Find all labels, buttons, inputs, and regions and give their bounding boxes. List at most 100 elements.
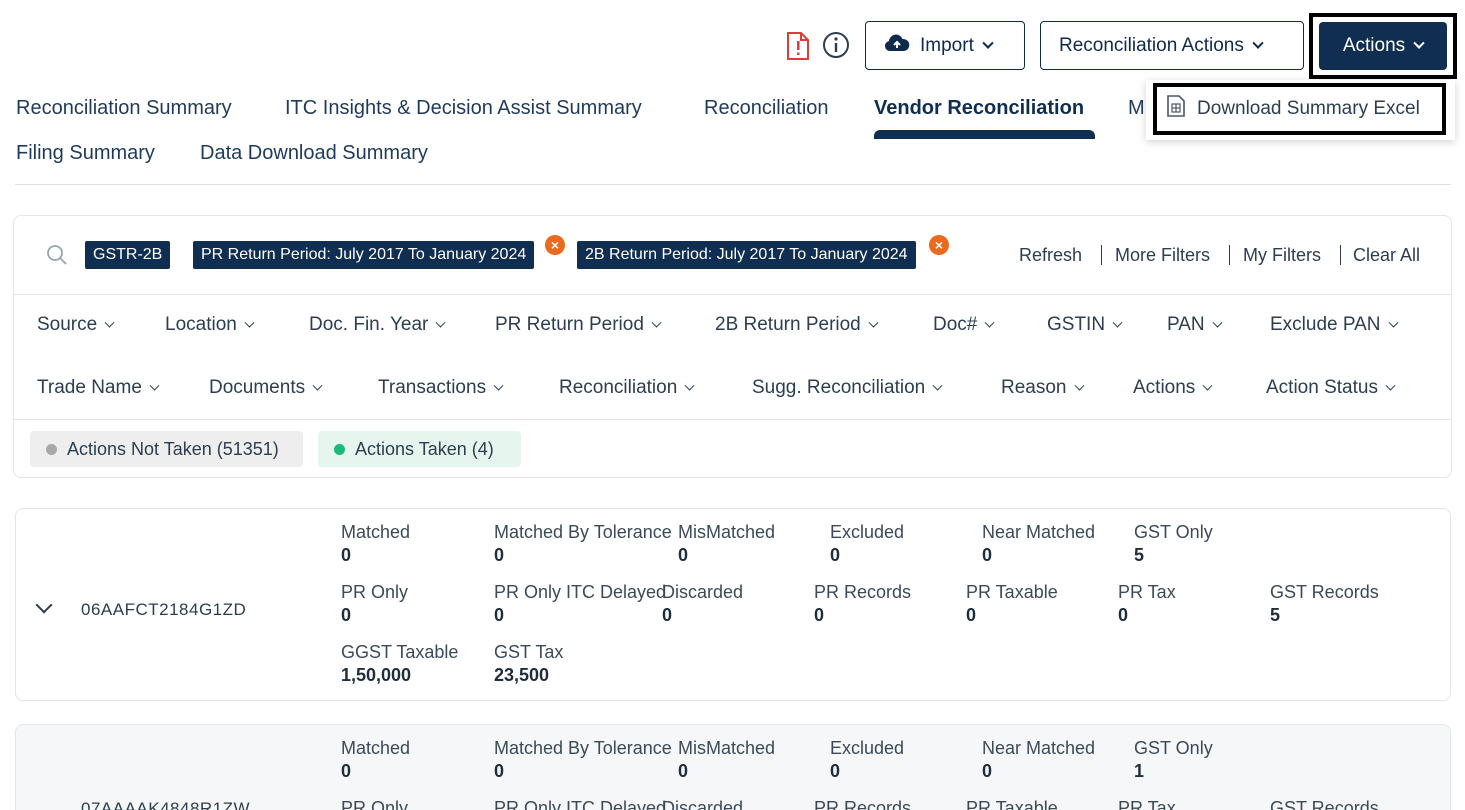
stat-label: PR Only [341,798,409,810]
remove-filter-icon[interactable]: × [929,235,949,255]
filter-doc-number[interactable]: Doc# [933,314,995,336]
divider [1340,245,1341,265]
stat-value: 1,50,000 [341,665,412,685]
stat-label: GGST Taxable [341,642,459,662]
stat-label: PR Records [814,582,912,602]
filter-source[interactable]: Source [37,314,115,336]
divider [1229,245,1230,265]
chevron-down-icon [984,317,995,328]
download-summary-excel-item[interactable]: Download Summary Excel [1153,83,1446,135]
stat-value: 0 [814,605,825,625]
stat-label: PR Tax [1118,798,1176,810]
filter-pan[interactable]: PAN [1167,314,1223,336]
chevron-down-icon [868,317,879,328]
chevron-down-icon [932,380,943,391]
filter-gstin[interactable]: GSTIN [1047,314,1123,336]
chevron-down-icon [1212,317,1223,328]
chevron-down-icon [982,37,994,49]
filter-trade-name[interactable]: Trade Name [37,377,160,399]
stat-label: PR Only ITC Delayed [494,582,667,602]
tab-reconciliation-summary[interactable]: Reconciliation Summary [16,97,232,120]
filter-transactions[interactable]: Transactions [378,377,504,399]
filter-action-status[interactable]: Action Status [1266,377,1396,399]
my-filters-link[interactable]: My Filters [1243,245,1321,266]
status-dot-icon [334,443,345,455]
stat-value: 5 [1270,605,1281,625]
stat-value: 0 [1118,605,1129,625]
refresh-link[interactable]: Refresh [1019,245,1082,266]
stat-label: GST Records [1270,582,1379,602]
stat-value: 0 [341,605,352,625]
chevron-down-icon [1413,37,1425,49]
reconciliation-actions-button[interactable]: Reconciliation Actions [1040,21,1304,70]
chevron-down-icon [104,317,115,328]
filter-reconciliation[interactable]: Reconciliation [559,377,695,399]
import-label: Import [920,34,974,56]
info-icon[interactable] [822,31,850,59]
stat-label: Near Matched [982,738,1096,758]
stat-label: PR Records [814,798,912,810]
filter-pr-return-period[interactable]: PR Return Period [495,314,662,336]
vendor-gstin: 06AAFCT2184G1ZD [81,600,247,619]
tab-filing-summary[interactable]: Filing Summary [16,142,155,165]
filter-doc-fin-year[interactable]: Doc. Fin. Year [309,314,446,336]
chevron-down-icon [1112,317,1123,328]
stat-label: Matched [341,522,411,542]
chevron-down-icon [312,380,323,391]
tab-truncated[interactable]: M [1128,97,1145,120]
stat-label: PR Tax [1118,582,1176,602]
filter-2b-return-period[interactable]: 2B Return Period [715,314,879,336]
tab-itc-insights[interactable]: ITC Insights & Decision Assist Summary [285,97,642,120]
tab-reconciliation[interactable]: Reconciliation [704,97,829,120]
stat-value: 0 [982,761,993,781]
stat-value: 0 [494,605,505,625]
actions-not-taken-pill[interactable]: Actions Not Taken (51351) [30,431,303,467]
tabs-divider [15,184,1451,185]
stat-label: GST Records [1270,798,1379,810]
chevron-down-icon [1252,37,1264,49]
actions-taken-pill[interactable]: Actions Taken (4) [318,431,521,467]
tab-data-download-summary[interactable]: Data Download Summary [200,142,428,165]
stat-label: Discarded [662,798,744,810]
actions-menu: Download Summary Excel [1146,80,1455,140]
filter-row-divider [14,294,1451,295]
stat-value: 0 [494,761,505,781]
stat-value: 0 [341,761,352,781]
chevron-down-icon [1074,380,1084,391]
filter-exclude-pan[interactable]: Exclude PAN [1270,314,1398,336]
stat-label: MisMatched [678,522,776,542]
filter-documents[interactable]: Documents [209,377,323,399]
pdf-alert-icon[interactable] [785,31,811,61]
import-button[interactable]: Import [865,21,1025,70]
filter-reason[interactable]: Reason [1001,377,1084,399]
stat-label: PR Only ITC Delayed [494,798,667,810]
filter-chip-2b-return-period: 2B Return Period: July 2017 To January 2… [577,241,916,269]
stat-label: Matched By Tolerance [494,738,672,758]
actions-button-highlight: Actions [1309,13,1457,79]
stat-value: 0 [982,545,993,565]
stat-label: Excluded [830,738,905,758]
search-icon[interactable] [46,244,68,271]
tab-vendor-reconciliation[interactable]: Vendor Reconciliation [874,97,1084,120]
stat-value: 0 [678,545,689,565]
remove-filter-icon[interactable]: × [545,235,565,255]
chevron-down-icon [651,317,662,328]
filter-sugg-reconciliation[interactable]: Sugg. Reconciliation [752,377,943,399]
download-summary-excel-label: Download Summary Excel [1197,98,1420,119]
stat-label: GST Only [1134,738,1213,758]
actions-button[interactable]: Actions [1319,22,1447,70]
filter-actions[interactable]: Actions [1133,377,1213,399]
stat-value: 1 [1134,761,1145,781]
stat-value: 0 [830,545,841,565]
stat-label: PR Taxable [966,798,1058,810]
clear-all-link[interactable]: Clear All [1353,245,1420,266]
chevron-down-icon [1385,380,1396,391]
more-filters-link[interactable]: More Filters [1115,245,1210,266]
stat-label: Near Matched [982,522,1096,542]
chevron-down-icon [244,317,255,328]
filter-chip-pr-return-period: PR Return Period: July 2017 To January 2… [193,241,535,269]
spreadsheet-file-icon [1167,95,1185,123]
filter-location[interactable]: Location [165,314,255,336]
stat-value: 5 [1134,545,1145,565]
stat-value: 0 [341,545,352,565]
